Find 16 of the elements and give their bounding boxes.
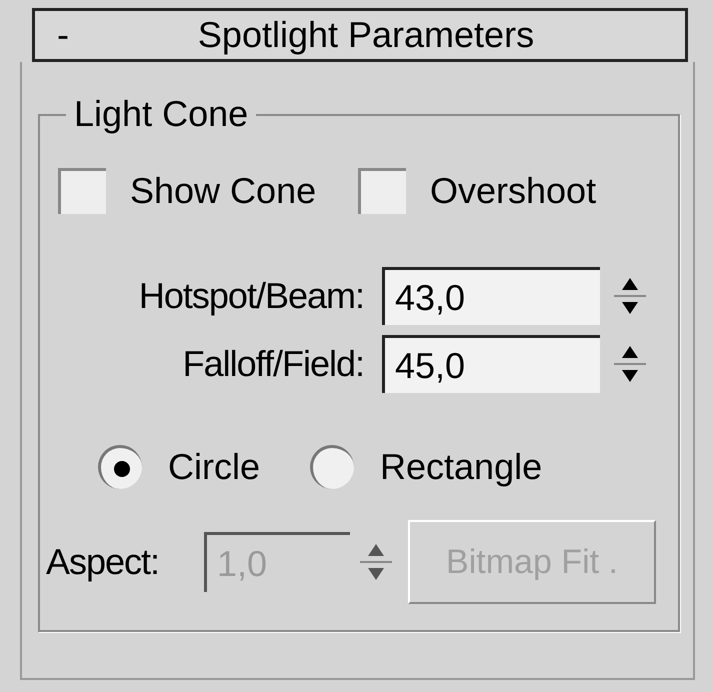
radio-label: Rectangle bbox=[380, 445, 542, 489]
radio-button[interactable] bbox=[310, 445, 354, 489]
checkbox-label: Show Cone bbox=[130, 169, 318, 213]
number-field[interactable]: 43,0 bbox=[382, 267, 600, 325]
rollout-title: Spotlight Parameters bbox=[196, 13, 536, 57]
rollout-header[interactable]: - Spotlight Parameters bbox=[32, 8, 688, 62]
radio-button[interactable] bbox=[98, 445, 142, 489]
spinner-label: Hotspot/Beam: bbox=[138, 274, 365, 318]
number-field[interactable]: 45,0 bbox=[382, 335, 600, 393]
checkbox-label: Overshoot bbox=[430, 169, 596, 213]
collapse-indicator: - bbox=[57, 13, 70, 57]
spinner-label: Falloff/Field: bbox=[182, 342, 365, 386]
checkbox[interactable] bbox=[58, 168, 106, 214]
checkbox[interactable] bbox=[358, 168, 406, 214]
radio-label: Circle bbox=[168, 445, 260, 489]
aspect-label: Aspect: bbox=[46, 540, 160, 584]
